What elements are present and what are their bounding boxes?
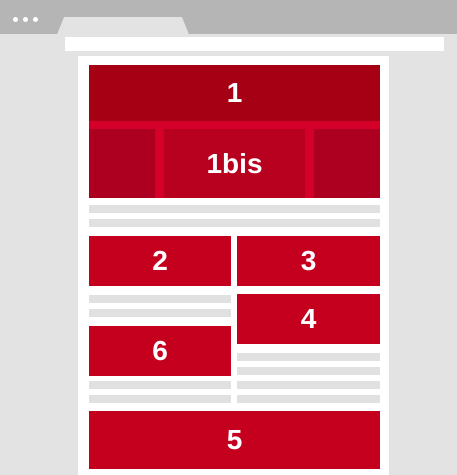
text-line — [89, 205, 380, 213]
text-line — [89, 395, 231, 403]
text-line — [237, 367, 380, 375]
window-controls — [13, 17, 38, 22]
block-2: 2 — [89, 236, 231, 286]
block-5: 5 — [89, 411, 380, 469]
block-4: 4 — [237, 294, 380, 344]
window-dot-icon[interactable] — [13, 17, 18, 22]
text-line — [237, 353, 380, 361]
block-3: 3 — [237, 236, 380, 286]
carousel-slide-prev — [89, 129, 155, 198]
block-1bis: 1bis — [164, 129, 305, 198]
text-line — [89, 219, 380, 227]
text-line — [89, 309, 231, 317]
browser-toolbar — [0, 0, 457, 37]
address-bar[interactable] — [65, 37, 444, 51]
text-line — [237, 381, 380, 389]
browser-window: 1 1bis 2 3 4 6 5 — [0, 0, 457, 475]
text-line — [89, 295, 231, 303]
browser-tab[interactable] — [56, 17, 190, 37]
block-6: 6 — [89, 326, 231, 376]
block-1: 1 — [89, 65, 380, 121]
text-line — [237, 395, 380, 403]
window-dot-icon[interactable] — [33, 17, 38, 22]
carousel-slide-next — [314, 129, 380, 198]
text-line — [89, 381, 231, 389]
carousel: 1bis — [89, 121, 380, 198]
window-dot-icon[interactable] — [23, 17, 28, 22]
